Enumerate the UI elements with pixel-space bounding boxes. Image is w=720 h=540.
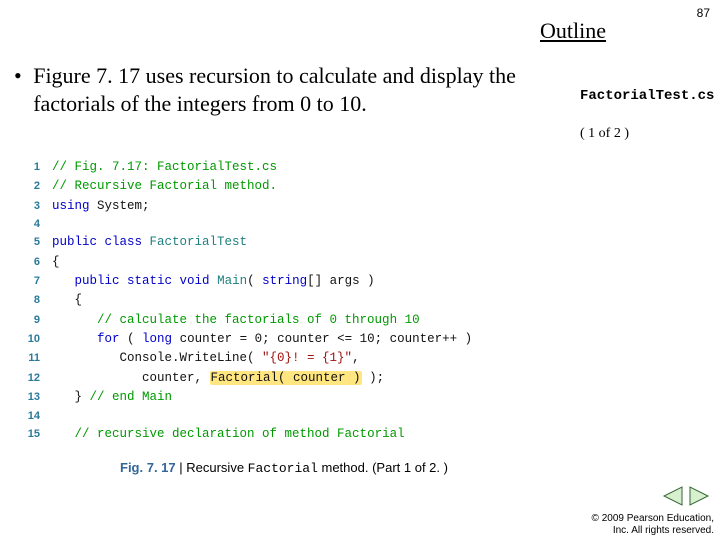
bullet-item: • Figure 7. 17 uses recursion to calcula… (14, 62, 620, 117)
caption-code-name: Factorial (248, 461, 318, 476)
prev-slide-button[interactable] (662, 487, 688, 504)
line-number: 10 (14, 331, 40, 348)
code-content: Console.WriteLine( "{0}! = {1}", (52, 349, 360, 368)
code-line: 6{ (14, 253, 654, 272)
caption-separator: | (176, 460, 187, 475)
code-content: using System; (52, 197, 150, 216)
page-number: 87 (697, 6, 710, 20)
code-content: public static void Main( string[] args ) (52, 272, 375, 291)
triangle-right-icon (688, 486, 710, 506)
bullet-dot: • (14, 62, 22, 90)
slide-nav (662, 486, 710, 506)
code-content: // recursive declaration of method Facto… (52, 425, 405, 444)
code-content: counter, Factorial( counter ) ); (52, 369, 384, 388)
copyright-line-1: © 2009 Pearson Education, (592, 513, 714, 525)
code-line: 15 // recursive declaration of method Fa… (14, 425, 654, 444)
line-number: 3 (14, 198, 40, 215)
line-number: 4 (14, 216, 40, 233)
code-content: // Fig. 7.17: FactorialTest.cs (52, 158, 277, 177)
line-number: 14 (14, 408, 40, 425)
bullet-text: Figure 7. 17 uses recursion to calculate… (33, 62, 533, 117)
code-content: // Recursive Factorial method. (52, 177, 277, 196)
line-number: 1 (14, 159, 40, 176)
figure-caption: Fig. 7. 17 | Recursive Factorial method.… (120, 460, 448, 476)
code-content: } // end Main (52, 388, 172, 407)
code-content: { (52, 253, 60, 272)
code-line: 3 using System; (14, 197, 654, 216)
line-number: 6 (14, 254, 40, 271)
code-line: 12 counter, Factorial( counter ) ); (14, 369, 654, 388)
code-content: { (52, 291, 82, 310)
caption-text-after: method. (Part 1 of 2. ) (318, 460, 448, 475)
copyright-line-2: Inc. All rights reserved. (592, 525, 714, 537)
line-number: 12 (14, 370, 40, 387)
code-line: 1 // Fig. 7.17: FactorialTest.cs (14, 158, 654, 177)
code-content: // calculate the factorials of 0 through… (52, 311, 420, 330)
copyright-notice: © 2009 Pearson Education, Inc. All right… (592, 513, 714, 536)
code-listing: 1 // Fig. 7.17: FactorialTest.cs 2 // Recur… (14, 158, 654, 444)
caption-text-before: Recursive (186, 460, 247, 475)
line-number: 8 (14, 292, 40, 309)
code-line: 11 Console.WriteLine( "{0}! = {1}", (14, 349, 654, 368)
code-line: 5 public class FactorialTest (14, 233, 654, 252)
outline-heading: Outline (540, 18, 606, 44)
line-number: 5 (14, 234, 40, 251)
part-indicator: ( 1 of 2 ) (580, 126, 629, 142)
line-number: 9 (14, 312, 40, 329)
code-content: public class FactorialTest (52, 233, 247, 252)
line-number: 15 (14, 426, 40, 443)
triangle-left-icon (662, 486, 684, 506)
code-line: 2 // Recursive Factorial method. (14, 177, 654, 196)
code-line: 7 public static void Main( string[] args… (14, 272, 654, 291)
next-slide-button[interactable] (688, 487, 710, 504)
line-number: 7 (14, 273, 40, 290)
code-line: 4 (14, 216, 654, 233)
line-number: 2 (14, 178, 40, 195)
code-content: for ( long counter = 0; counter <= 10; c… (52, 330, 472, 349)
caption-fig-number: Fig. 7. 17 (120, 460, 176, 475)
code-line: 10 for ( long counter = 0; counter <= 10… (14, 330, 654, 349)
code-line: 9 // calculate the factorials of 0 throu… (14, 311, 654, 330)
code-line: 14 (14, 408, 654, 425)
line-number: 13 (14, 389, 40, 406)
source-file-label: FactorialTest.cs (580, 88, 714, 104)
code-line: 8 { (14, 291, 654, 310)
code-line: 13 } // end Main (14, 388, 654, 407)
line-number: 11 (14, 350, 40, 367)
